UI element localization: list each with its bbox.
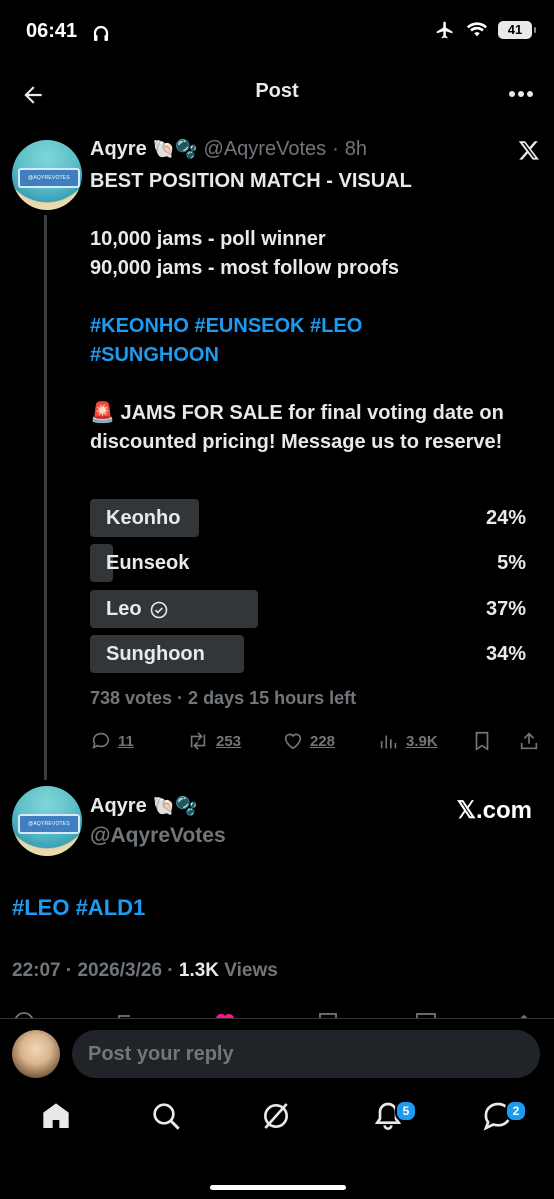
repost-count: 253 [216, 732, 242, 750]
poll-option-label: Eunseok [106, 552, 190, 574]
author-avatar[interactable]: @AQYREVOTES [12, 140, 82, 210]
quoted-avatar[interactable]: @AQYREVOTES [12, 786, 82, 856]
airplane-icon [436, 21, 453, 39]
home-icon[interactable] [40, 1100, 72, 1132]
messages-badge: 2 [505, 1100, 527, 1122]
bookmark-icon[interactable] [472, 730, 492, 752]
views-label: Views [219, 960, 278, 981]
quoted-author-name[interactable]: Aqyre [90, 795, 147, 818]
poll-option-percent: 37% [485, 598, 526, 620]
tweet-line-3: 90,000 jams - most follow proofs [90, 257, 399, 279]
battery-indicator: 41 [498, 21, 536, 39]
poll-option[interactable]: Sunghoon 34% [90, 635, 526, 673]
poll-option-label: Leo [106, 598, 142, 620]
like-count: 228 [310, 732, 336, 750]
tweet-body: BEST POSITION MATCH - VISUAL 10,000 jams… [90, 167, 530, 457]
hashtags-line[interactable]: #KEONHO #EUNSEOK #LEO [90, 312, 530, 341]
tweet-actions: 11 253 228 3.9K [90, 730, 540, 756]
tab-bar: 5 2 [0, 1092, 554, 1152]
check-circle-icon [150, 601, 167, 618]
thread-line [44, 215, 47, 780]
post-timestamp: 22:07 · 2026/3/26 · 1.3K Views [12, 960, 278, 982]
more-options-icon[interactable] [508, 90, 534, 98]
author-handle[interactable]: @AqyreVotes [204, 138, 327, 161]
tweet-line-title: BEST POSITION MATCH - VISUAL [90, 170, 412, 192]
share-icon[interactable] [518, 730, 540, 752]
status-time: 06:41 [26, 20, 78, 42]
reply-count: 11 [118, 732, 134, 750]
timestamp-text: 22:07 · 2026/3/26 · [12, 960, 179, 981]
wifi-icon [466, 22, 488, 37]
views-total: 1.3K [178, 960, 220, 981]
views-count: 3.9K [406, 732, 438, 750]
hashtag-sunghoon[interactable]: #SUNGHOON [90, 341, 530, 370]
quoted-hashtags[interactable]: #LEO #ALD1 [12, 895, 145, 921]
notifications-badge: 5 [395, 1100, 417, 1122]
tweet-line-sale: 🚨 JAMS FOR SALE for final voting date on… [90, 402, 504, 453]
quoted-header: Aqyre 🐚🫧 [90, 795, 198, 818]
repost-icon [190, 732, 206, 750]
my-avatar[interactable] [12, 1030, 60, 1078]
author-emoji: 🐚🫧 [152, 139, 198, 159]
grok-icon[interactable] [260, 1100, 292, 1132]
poll-option-percent: 34% [485, 643, 526, 665]
status-icons: 41 [434, 20, 536, 40]
tweet-line-2: 10,000 jams - poll winner [90, 228, 326, 250]
reply-icon [92, 732, 110, 749]
headphones-icon [93, 25, 109, 41]
poll-option[interactable]: Eunseok 5% [90, 544, 526, 582]
poll-option-percent: 5% [497, 552, 526, 574]
reply-button[interactable]: 11 [90, 730, 134, 752]
poll-option-percent: 24% [485, 507, 526, 529]
source-label: 𝕏.com [456, 797, 532, 824]
poll-option[interactable]: Keonho 24% [90, 499, 526, 537]
time-ago[interactable]: 8h [345, 138, 367, 161]
poll-meta: 738 votes · 2 days 15 hours left [90, 688, 357, 708]
like-button[interactable]: 228 [282, 730, 335, 752]
repost-button[interactable]: 253 [186, 730, 241, 752]
heart-icon [284, 733, 302, 750]
quoted-author-emoji: 🐚🫧 [152, 796, 198, 816]
home-indicator [210, 1185, 346, 1190]
separator: · [332, 138, 339, 160]
quoted-handle[interactable]: @AqyreVotes [90, 824, 226, 848]
reply-input[interactable]: Post your reply [72, 1030, 540, 1078]
poll-option[interactable]: Leo 37% [90, 590, 526, 628]
poll-option-label: Sunghoon [106, 643, 205, 665]
x-logo-icon [518, 141, 539, 160]
author-name[interactable]: Aqyre [90, 138, 147, 161]
page-title: Post [255, 80, 299, 102]
views-chart-icon [380, 735, 397, 749]
poll-option-label: Keonho [106, 507, 181, 529]
tweet-header: Aqyre 🐚🫧 @AqyreVotes · 8h [90, 138, 367, 161]
search-icon[interactable] [150, 1100, 182, 1132]
views-button[interactable]: 3.9K [378, 730, 438, 752]
